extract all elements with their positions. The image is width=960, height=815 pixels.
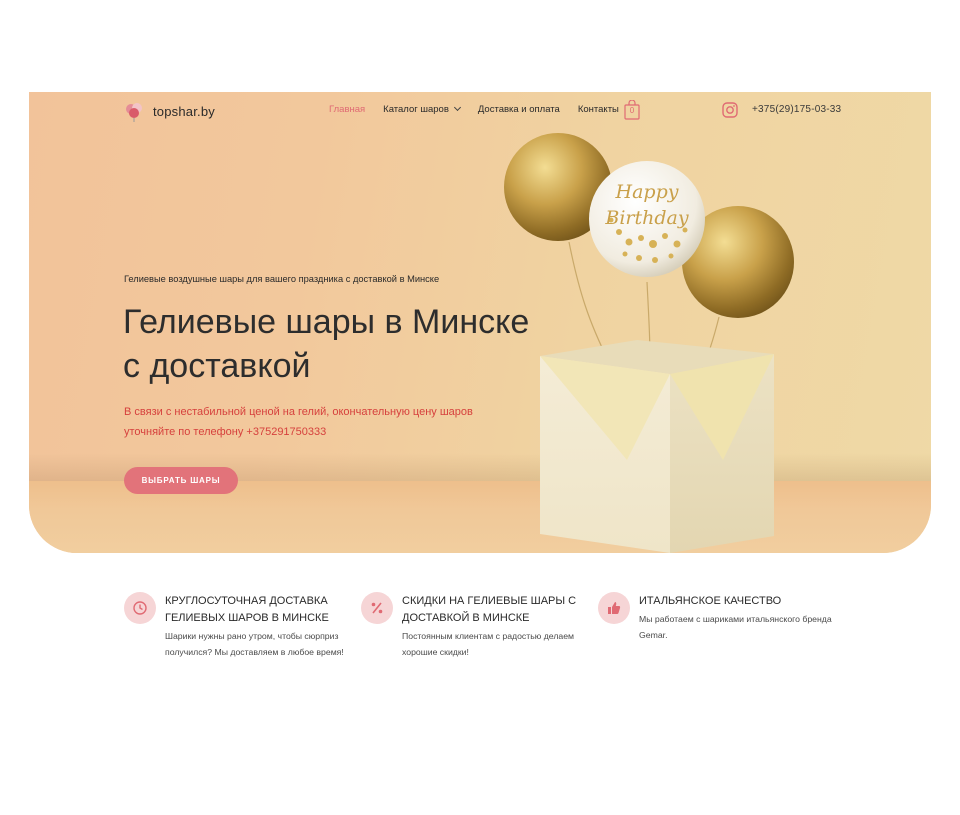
hero-banner: Happy Birthday topshar.by Главная Катало… bbox=[29, 92, 931, 553]
percent-icon bbox=[361, 592, 393, 624]
hero-eyebrow: Гелиевые воздушные шары для вашего празд… bbox=[124, 274, 440, 284]
logo[interactable]: topshar.by bbox=[123, 100, 215, 122]
thumbs-up-icon bbox=[598, 592, 630, 624]
features-section: КРУГЛОСУТОЧНАЯ ДОСТАВКА ГЕЛИЕВЫХ ШАРОВ В… bbox=[124, 592, 844, 672]
nav-item-delivery[interactable]: Доставка и оплата bbox=[478, 104, 560, 115]
balloon-birthday-text: Birthday bbox=[604, 207, 688, 229]
nav-item-contacts[interactable]: Контакты bbox=[578, 104, 619, 115]
feature-title: СКИДКИ НА ГЕЛИЕВЫЕ ШАРЫ С ДОСТАВКОЙ В МИ… bbox=[402, 595, 577, 624]
feature-description: Мы работаем с шариками итальянского брен… bbox=[639, 614, 832, 640]
clock-icon bbox=[124, 592, 156, 624]
phone-number[interactable]: +375(29)175-03-33 bbox=[752, 104, 841, 115]
site-header: topshar.by Главная Каталог шаров Доставк… bbox=[29, 92, 931, 130]
main-nav: Главная Каталог шаров Доставка и оплата … bbox=[329, 103, 619, 115]
cart-count: 0 bbox=[629, 106, 635, 115]
feature-title: ИТАЛЬЯНСКОЕ КАЧЕСТВО bbox=[639, 595, 782, 607]
feature-description: Шарики нужны рано утром, чтобы сюрприз п… bbox=[165, 631, 344, 657]
feature-description: Постоянным клиентам с радостью делаем хо… bbox=[402, 631, 575, 657]
price-notice: В связи с нестабильной ценой на гелий, о… bbox=[124, 406, 473, 438]
balloon-happy-text: Happy bbox=[615, 181, 679, 203]
cart-button[interactable]: 0 bbox=[624, 99, 640, 120]
nav-item-catalog-label: Каталог шаров bbox=[383, 104, 449, 115]
hero-title: Гелиевые шары в Минске с доставкой bbox=[123, 303, 530, 385]
chevron-down-icon bbox=[453, 103, 461, 112]
feature-title: КРУГЛОСУТОЧНАЯ ДОСТАВКА ГЕЛИЕВЫХ ШАРОВ В… bbox=[165, 595, 329, 624]
nav-item-catalog[interactable]: Каталог шаров bbox=[383, 103, 461, 115]
logo-text: topshar.by bbox=[153, 103, 215, 119]
choose-balloons-button[interactable]: ВЫБРАТЬ ШАРЫ bbox=[124, 467, 238, 494]
nav-item-home[interactable]: Главная bbox=[329, 104, 365, 115]
balloon-logo-icon bbox=[126, 103, 142, 122]
instagram-icon[interactable] bbox=[722, 102, 738, 118]
